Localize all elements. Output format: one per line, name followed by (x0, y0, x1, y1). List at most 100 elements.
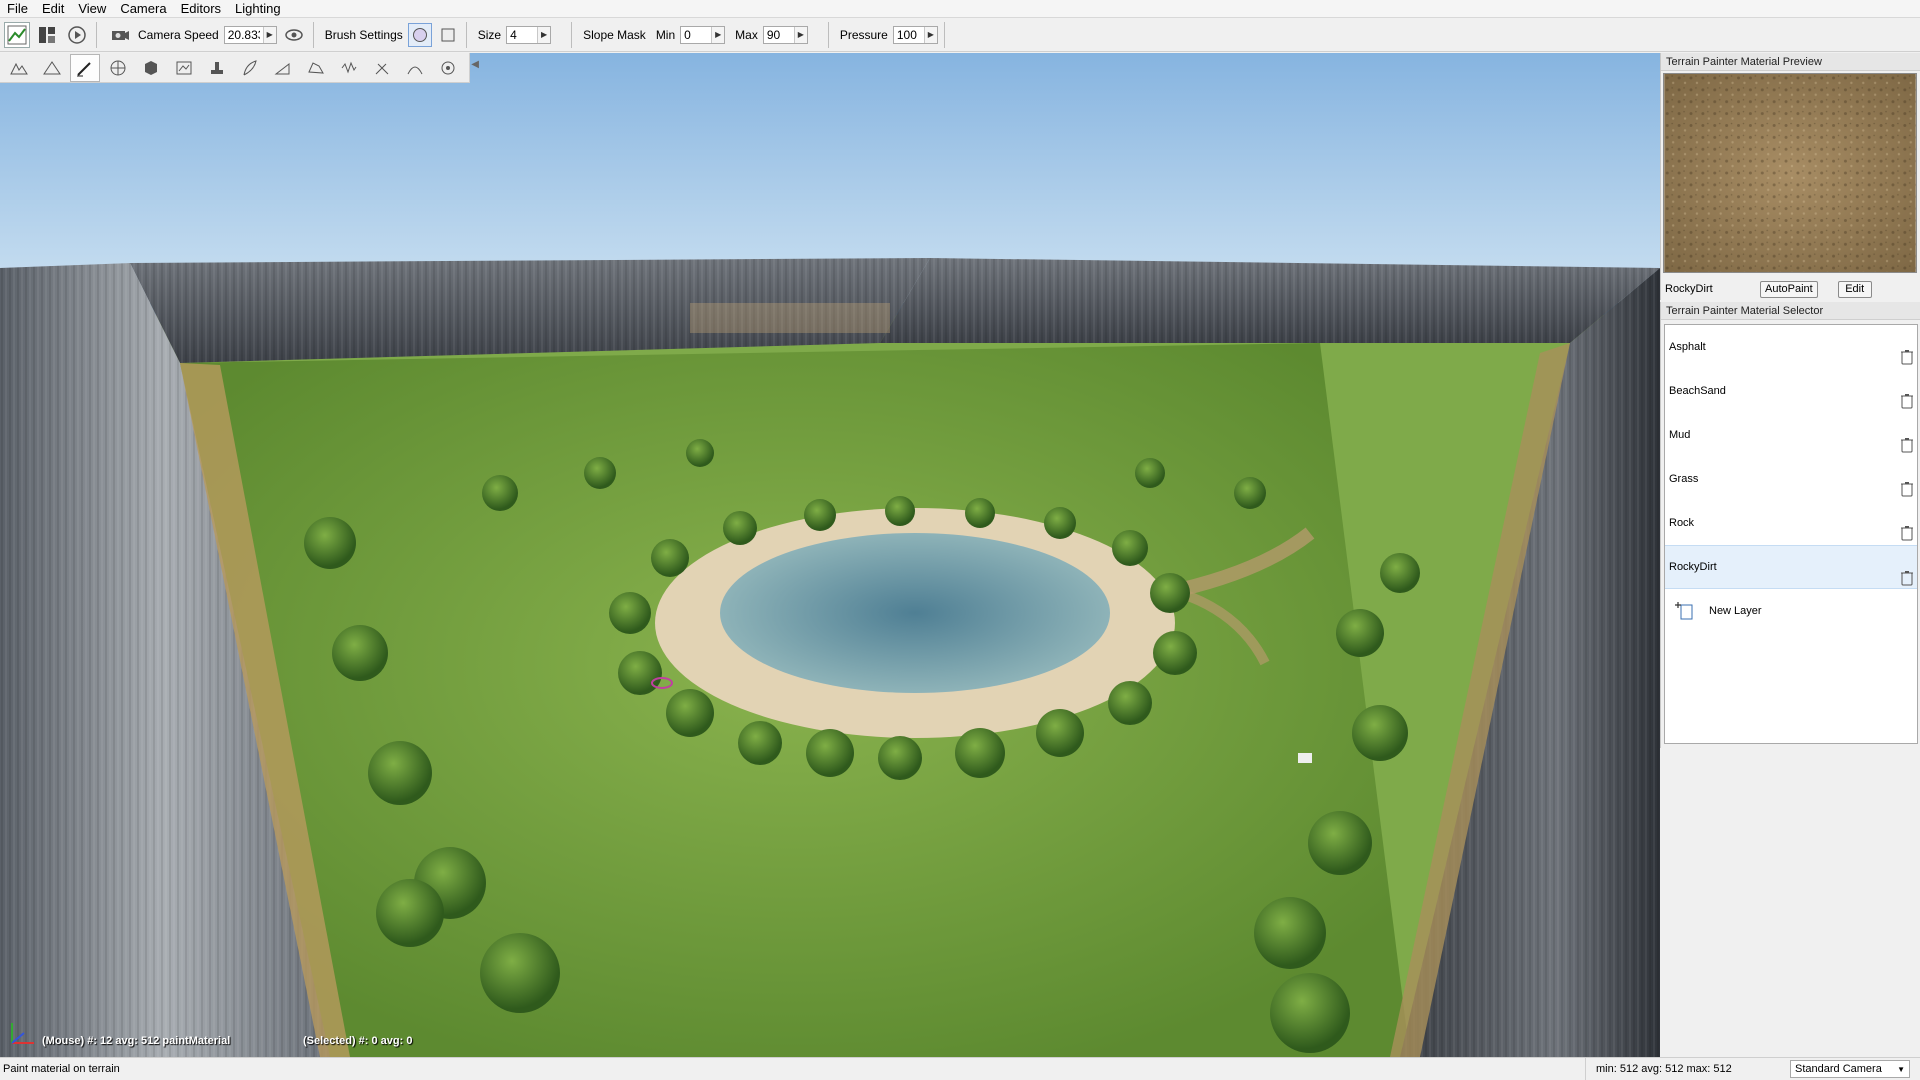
layer-item-grass[interactable]: Grass (1665, 457, 1917, 501)
3d-viewport[interactable]: (Mouse) #: 12 avg: 512 paintMaterial (Se… (0, 53, 1660, 1057)
terrain-scene (0, 53, 1660, 1057)
slope-min-label: Min (655, 27, 676, 42)
tool-lower-icon[interactable] (37, 54, 67, 82)
tool-mask-icon[interactable] (400, 54, 430, 82)
pressure-field[interactable]: ▶ (892, 25, 938, 44)
tool-settings-icon[interactable] (433, 54, 463, 82)
brush-settings-label: Brush Settings (324, 27, 403, 42)
trash-icon[interactable] (1901, 525, 1913, 541)
pressure-label: Pressure (839, 27, 888, 42)
toolbar-separator (465, 21, 467, 48)
material-selector-title: Terrain Painter Material Selector (1661, 302, 1920, 320)
terrain-tools-palette: ◀ (0, 53, 479, 83)
trash-icon[interactable] (1901, 570, 1913, 586)
gui-editor-icon[interactable] (34, 22, 60, 48)
slope-mask-label: Slope Mask (583, 27, 646, 42)
tool-erode-icon[interactable] (301, 54, 331, 82)
main-toolbar: Camera Speed ▶ Brush Settings Size ▶ Slo… (0, 18, 1920, 52)
tool-flatten-icon[interactable] (136, 54, 166, 82)
toolbar-separator (827, 21, 829, 48)
layer-item-beachsand[interactable]: BeachSand (1665, 369, 1917, 413)
material-preview-image (1663, 73, 1917, 273)
slope-min-field[interactable]: ▶ (680, 25, 726, 44)
camera-icon[interactable] (107, 22, 133, 48)
autopaint-button[interactable]: AutoPaint (1760, 280, 1818, 298)
trash-icon[interactable] (1901, 437, 1913, 453)
circle-brush-icon (412, 27, 427, 42)
menu-editors[interactable]: Editors (174, 0, 228, 18)
add-layer-icon (1675, 602, 1693, 620)
toolbar-separator (943, 21, 945, 48)
square-brush-icon (441, 28, 455, 41)
material-selector-panel: Terrain Painter Material Selector Asphal… (1660, 302, 1920, 748)
menu-bar: File Edit View Camera Editors Lighting (0, 0, 1920, 18)
tool-stamp-icon[interactable] (202, 54, 232, 82)
material-preview-title: Terrain Painter Material Preview (1661, 53, 1920, 71)
layer-name: RockyDirt (1669, 561, 1717, 573)
layer-name: BeachSand (1669, 385, 1726, 397)
layer-name: Rock (1669, 517, 1695, 529)
mouse-info-text: (Mouse) #: 12 avg: 512 paintMaterial (42, 1035, 231, 1047)
square-brush-button[interactable] (436, 23, 460, 47)
size-arrow-icon[interactable]: ▶ (537, 26, 551, 43)
visibility-eye-icon[interactable] (281, 22, 307, 48)
camera-speed-input[interactable] (224, 26, 263, 43)
tool-ramp-icon[interactable] (268, 54, 298, 82)
size-label: Size (477, 27, 502, 42)
tool-clear-icon[interactable] (367, 54, 397, 82)
world-editor-icon[interactable] (4, 21, 30, 48)
layer-name: Grass (1669, 473, 1699, 485)
layer-item-rock[interactable]: Rock (1665, 501, 1917, 545)
trash-icon[interactable] (1901, 393, 1913, 409)
status-message: Paint material on terrain (3, 1063, 120, 1075)
chevron-down-icon: ▼ (1897, 1064, 1905, 1074)
camera-speed-arrow-icon[interactable]: ▶ (262, 26, 276, 43)
slope-min-arrow-icon[interactable]: ▶ (711, 26, 725, 43)
size-field[interactable]: ▶ (506, 25, 552, 44)
tool-feather-icon[interactable] (235, 54, 265, 82)
trash-icon[interactable] (1901, 349, 1913, 365)
tool-noise-icon[interactable] (334, 54, 364, 82)
tool-paint-material-icon[interactable] (70, 53, 100, 82)
toolbar-separator (571, 21, 573, 48)
slope-max-field[interactable]: ▶ (762, 25, 808, 44)
new-layer-label: New Layer (1709, 605, 1762, 617)
material-name-label: RockyDirt (1665, 283, 1713, 295)
play-icon[interactable] (64, 22, 90, 48)
trash-icon[interactable] (1901, 481, 1913, 497)
camera-mode-value: Standard Camera (1795, 1063, 1882, 1075)
pressure-arrow-icon[interactable]: ▶ (923, 26, 937, 43)
slope-max-input[interactable] (763, 26, 794, 43)
vehicle (1298, 753, 1312, 763)
toolbar-separator (312, 21, 314, 48)
layer-item-rockydirt[interactable]: RockyDirt (1665, 545, 1917, 589)
menu-view[interactable]: View (71, 0, 113, 18)
size-input[interactable] (507, 26, 538, 43)
selected-info-text: (Selected) #: 0 avg: 0 (303, 1035, 413, 1047)
tool-raise-icon[interactable] (4, 54, 34, 82)
right-panel-filler (1660, 748, 1920, 1057)
status-stats: min: 512 avg: 512 max: 512 (1585, 1057, 1785, 1080)
slope-max-label: Max (735, 27, 758, 42)
layer-item-asphalt[interactable]: Asphalt (1665, 325, 1917, 369)
menu-edit[interactable]: Edit (35, 0, 71, 18)
tool-heightmap-icon[interactable] (169, 54, 199, 82)
tool-smooth-icon[interactable] (103, 54, 133, 82)
new-layer-button[interactable]: New Layer (1665, 589, 1917, 633)
menu-lighting[interactable]: Lighting (228, 0, 288, 18)
layer-name: Asphalt (1669, 341, 1706, 353)
pressure-input[interactable] (893, 26, 924, 43)
camera-mode-select[interactable]: Standard Camera ▼ (1790, 1060, 1910, 1078)
material-preview-panel: Terrain Painter Material Preview RockyDi… (1660, 53, 1920, 300)
status-bar: Paint material on terrain min: 512 avg: … (0, 1057, 1920, 1080)
layer-item-mud[interactable]: Mud (1665, 413, 1917, 457)
collapse-palette-icon[interactable]: ◀ (471, 59, 479, 70)
circle-brush-button[interactable] (407, 22, 432, 47)
slope-min-input[interactable] (681, 26, 712, 43)
menu-camera[interactable]: Camera (113, 0, 173, 18)
menu-file[interactable]: File (0, 0, 35, 18)
material-layer-list: Asphalt BeachSand Mud Grass Rock RockyDi… (1664, 324, 1918, 744)
camera-speed-field[interactable]: ▶ (223, 25, 277, 44)
edit-material-button[interactable]: Edit (1837, 280, 1872, 298)
slope-max-arrow-icon[interactable]: ▶ (793, 26, 807, 43)
